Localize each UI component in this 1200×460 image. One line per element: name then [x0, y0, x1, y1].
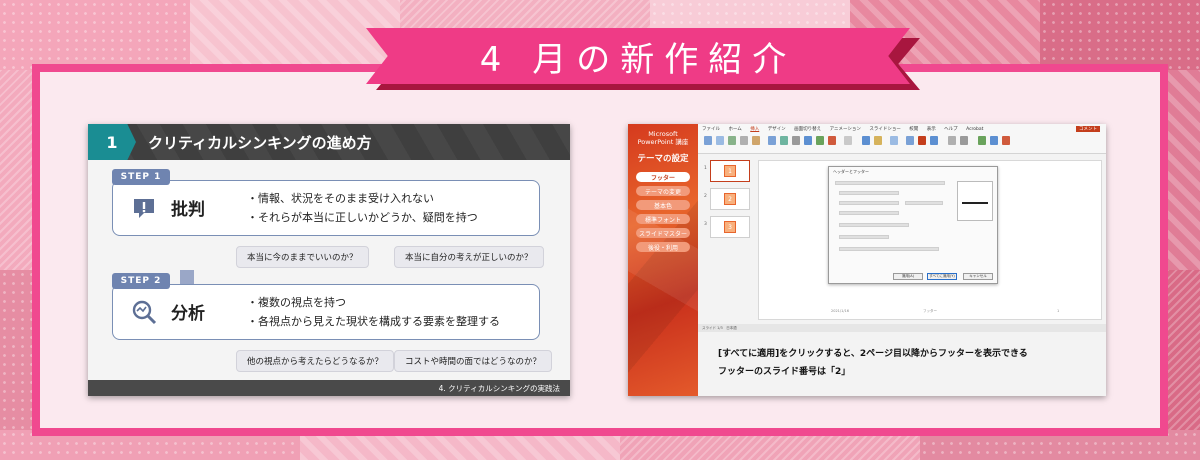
header-footer-dialog: ヘッダーとフッター 適用(A) すべてに適用(Y) キャンセル — [828, 166, 998, 284]
step-point: ・各視点から見えた現状を構成する要素を整理する — [247, 315, 500, 328]
slide-powerpoint-footer: Microsoft PowerPoint 講座 テーマの設定 フッター テーマの… — [628, 124, 1106, 396]
comment-button[interactable]: コメント — [1076, 126, 1100, 132]
header-footer-icon[interactable] — [918, 136, 926, 145]
screenshot-icon[interactable] — [740, 136, 748, 145]
step-point: ・複数の視点を持つ — [247, 296, 346, 309]
image-icon[interactable] — [728, 136, 736, 145]
powerpoint-window: ファイル ホーム 挿入 デザイン 画面切り替え アニメーション スライドショー … — [698, 124, 1106, 396]
slide-header: 1 クリティカルシンキングの進め方 — [88, 124, 570, 160]
table-icon[interactable] — [716, 136, 724, 145]
status-bar: スライド 1/3 日本語 — [698, 324, 1106, 332]
banner-title: 4 月の新作紹介 — [479, 39, 797, 80]
canvas-footer-number: 1 — [1057, 309, 1060, 313]
slide-thumbnail[interactable]: 1 — [710, 160, 750, 182]
comment-exclamation-icon — [134, 199, 154, 218]
link-icon[interactable] — [862, 136, 870, 145]
question-bubble: 他の視点から考えたらどうなるか？ — [236, 350, 395, 372]
slide-number-tab: 1 — [88, 124, 136, 160]
tutorial-menu-item[interactable]: 後役・利用 — [636, 242, 690, 252]
forms-icon[interactable] — [828, 136, 836, 145]
symbol-icon[interactable] — [960, 136, 968, 145]
ribbon-tab[interactable]: ホーム — [728, 126, 741, 132]
tutorial-sidebar: Microsoft PowerPoint 講座 テーマの設定 フッター テーマの… — [628, 124, 698, 396]
step-point: ・それらが本当に正しいかどうか、疑問を持つ — [247, 211, 478, 224]
album-icon[interactable] — [752, 136, 760, 145]
tutorial-menu-item[interactable]: スライドマスター — [636, 228, 690, 238]
tutorial-menu-item[interactable]: フッター — [636, 172, 690, 182]
slide-thumbnail[interactable]: 2 — [710, 188, 750, 210]
textbox-icon[interactable] — [906, 136, 914, 145]
tutorial-menu-item[interactable]: テーマの変更 — [636, 186, 690, 196]
apply-all-button[interactable]: すべてに適用(Y) — [927, 273, 957, 280]
ribbon-tab[interactable]: Acrobat — [966, 127, 983, 132]
tutorial-menu-item[interactable]: 基本色 — [636, 200, 690, 210]
caption-line: フッターのスライド番号は「2」 — [718, 367, 851, 377]
step-tag: STEP 2 — [112, 273, 170, 289]
ribbon-tab[interactable]: 画面切り替え — [794, 126, 821, 132]
cancel-button[interactable]: キャンセル — [963, 273, 993, 280]
slide-body: STEP 1 批判 ・情報、状況をそのまま受け入れない ・それらが本当に正しいか… — [88, 160, 570, 380]
question-bubble: 本当に自分の考えが正しいのか？ — [394, 246, 544, 268]
comment-icon[interactable] — [890, 136, 898, 145]
ribbon-tabs: ファイル ホーム 挿入 デザイン 画面切り替え アニメーション スライドショー … — [702, 126, 990, 132]
magnifier-icon — [132, 300, 157, 325]
shapes-icon[interactable] — [768, 136, 776, 145]
equation-icon[interactable] — [948, 136, 956, 145]
question-bubble: コストや時間の面ではどうなのか？ — [394, 350, 553, 372]
ribbon-tab-insert[interactable]: 挿入 — [750, 126, 759, 132]
title-banner: 4 月の新作紹介 — [366, 28, 930, 90]
tutorial-menu-item[interactable]: 標準フォント — [636, 214, 690, 224]
ribbon-tab[interactable]: ヘルプ — [944, 126, 958, 132]
smartart-icon[interactable] — [804, 136, 812, 145]
ribbon-tab[interactable]: デザイン — [768, 126, 786, 132]
audio-icon[interactable] — [990, 136, 998, 145]
step-box-1: STEP 1 批判 ・情報、状況をそのまま受け入れない ・それらが本当に正しいか… — [112, 169, 540, 236]
banner-ribbon: 4 月の新作紹介 — [366, 28, 910, 84]
ribbon-tab[interactable]: アニメーション — [830, 126, 861, 132]
addins-icon[interactable] — [844, 136, 852, 145]
step-tag: STEP 1 — [112, 169, 170, 185]
ribbon-toolbar — [702, 134, 1102, 152]
step-point: ・情報、状況をそのまま受け入れない — [247, 192, 434, 205]
step-box-2: STEP 2 分析 ・複数の視点を持つ ・各視点から見えた現状を構成する要素を整… — [112, 273, 540, 340]
action-icon[interactable] — [874, 136, 882, 145]
step-name: 分析 — [171, 304, 205, 324]
ribbon: ファイル ホーム 挿入 デザイン 画面切り替え アニメーション スライドショー … — [698, 124, 1106, 154]
ribbon-tab[interactable]: 表示 — [927, 126, 936, 132]
ribbon-tab[interactable]: 校閲 — [909, 126, 918, 132]
slide-title: クリティカルシンキングの進め方 — [148, 133, 372, 152]
question-bubble: 本当に今のままでいいのか？ — [236, 246, 369, 268]
canvas-footer-text: フッター — [923, 309, 937, 313]
step-name: 批判 — [171, 200, 205, 220]
wordart-icon[interactable] — [930, 136, 938, 145]
ribbon-tab[interactable]: スライドショー — [869, 126, 901, 132]
slide-footer: 4. クリティカルシンキングの実践法 — [88, 380, 570, 396]
caption-line: [すべてに適用]をクリックすると、2ページ目以降からフッターを表示できる — [718, 349, 1028, 359]
apply-button[interactable]: 適用(A) — [893, 273, 923, 280]
3d-model-icon[interactable] — [792, 136, 800, 145]
preview-box — [957, 181, 993, 221]
icons-icon[interactable] — [780, 136, 788, 145]
screen-record-icon[interactable] — [1002, 136, 1010, 145]
video-icon[interactable] — [978, 136, 986, 145]
step-points: ・情報、状況をそのまま受け入れない ・それらが本当に正しいかどうか、疑問を持つ — [247, 189, 478, 227]
slide-critical-thinking: 1 クリティカルシンキングの進め方 STEP 1 批判 ・情報、状況をそのまま受… — [88, 124, 570, 396]
slide-thumbnail[interactable]: 3 — [710, 216, 750, 238]
canvas-footer-date: 2021/1/16 — [831, 309, 849, 313]
dialog-title: ヘッダーとフッター — [833, 169, 869, 174]
chart-icon[interactable] — [816, 136, 824, 145]
new-slide-icon[interactable] — [704, 136, 712, 145]
tutorial-brand: Microsoft PowerPoint 講座 — [637, 130, 689, 146]
ribbon-tab[interactable]: ファイル — [702, 126, 720, 132]
tutorial-section-title: テーマの設定 — [637, 154, 689, 164]
step-points: ・複数の視点を持つ ・各視点から見えた現状を構成する要素を整理する — [247, 293, 500, 331]
